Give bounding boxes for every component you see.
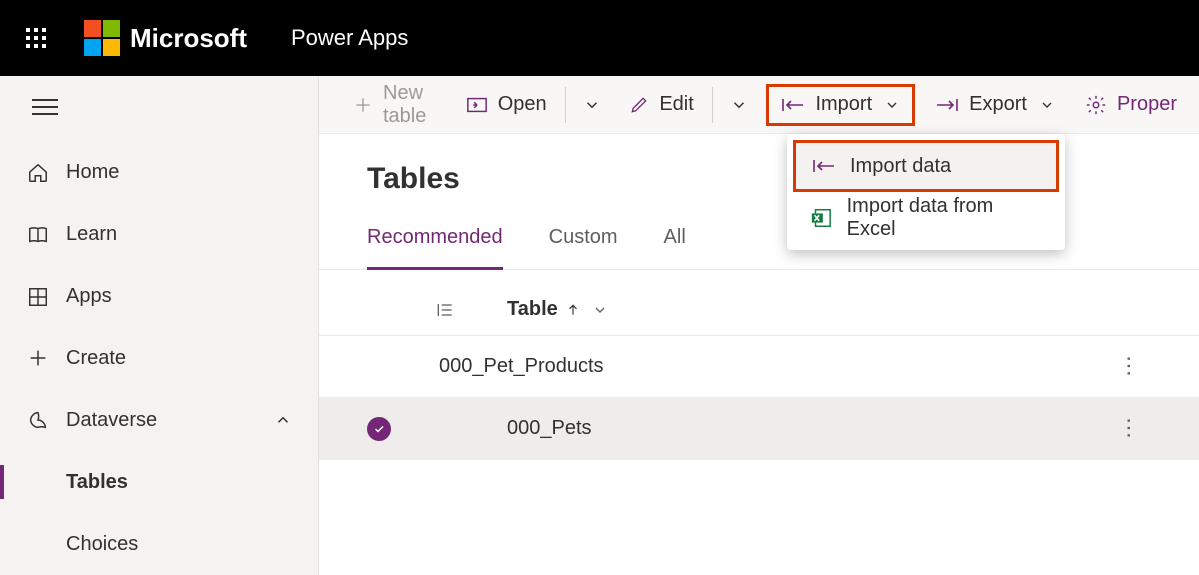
brand-text: Microsoft <box>130 23 247 54</box>
tab-bar: Recommended Custom All <box>319 214 1199 270</box>
sidebar-item-label: Dataverse <box>66 409 157 432</box>
page-title: Tables <box>319 162 1199 214</box>
chevron-down-icon <box>884 97 900 113</box>
plus-icon <box>26 346 50 370</box>
content-panel: Import data Import data from Excel Table… <box>319 134 1199 575</box>
sidebar-item-label: Home <box>66 161 119 184</box>
import-icon <box>810 157 838 175</box>
properties-button[interactable]: Proper <box>1075 84 1187 126</box>
export-icon <box>935 96 959 114</box>
table-row[interactable]: 000_Pets ⋯ <box>319 398 1199 460</box>
chevron-down-icon <box>1039 97 1055 113</box>
dataverse-icon <box>26 408 50 432</box>
sidebar-item-label: Choices <box>66 533 138 556</box>
row-more-icon[interactable]: ⋯ <box>1106 407 1152 451</box>
app-header: Microsoft Power Apps <box>0 0 1199 76</box>
waffle-icon[interactable] <box>26 28 46 48</box>
product-name: Power Apps <box>291 25 408 51</box>
button-label: New table <box>383 82 432 128</box>
brand-logo: Microsoft <box>84 20 247 56</box>
table-row[interactable]: 000_Pet_Products ⋯ <box>319 336 1199 398</box>
sidebar-item-label: Create <box>66 347 126 370</box>
button-label: Export <box>969 93 1027 116</box>
new-table-button[interactable]: New table <box>343 84 442 126</box>
button-label: Edit <box>659 93 693 116</box>
grid-icon <box>26 285 50 309</box>
sidebar-item-choices[interactable]: Choices <box>0 513 318 575</box>
button-label: Open <box>498 93 547 116</box>
button-label: Proper <box>1117 93 1177 116</box>
sidebar-item-learn[interactable]: Learn <box>0 204 318 266</box>
sidebar-item-dataverse[interactable]: Dataverse <box>0 389 318 451</box>
row-name: 000_Pet_Products <box>439 355 604 378</box>
excel-icon <box>807 207 835 229</box>
import-button[interactable]: Import <box>766 84 915 126</box>
import-excel-option[interactable]: Import data from Excel <box>793 192 1059 244</box>
plus-icon <box>353 95 373 115</box>
sidebar-item-home[interactable]: Home <box>0 142 318 204</box>
sort-arrow-up-icon <box>566 303 580 317</box>
import-dropdown: Import data Import data from Excel <box>787 134 1065 250</box>
row-selected-icon[interactable] <box>367 417 391 441</box>
option-label: Import data from Excel <box>847 195 1045 241</box>
sidebar-item-label: Tables <box>66 471 128 494</box>
microsoft-logo-icon <box>84 20 120 56</box>
tab-recommended[interactable]: Recommended <box>367 214 503 270</box>
import-icon <box>781 96 805 114</box>
tab-all[interactable]: All <box>664 214 686 269</box>
open-icon <box>466 96 488 114</box>
column-header: Table <box>319 270 1199 336</box>
open-button[interactable]: Open <box>456 84 557 126</box>
edit-icon <box>629 95 649 115</box>
column-chevron[interactable] <box>592 302 608 318</box>
sidebar-item-apps[interactable]: Apps <box>0 266 318 328</box>
sidebar-item-create[interactable]: Create <box>0 328 318 390</box>
hamburger-button[interactable] <box>0 82 318 132</box>
home-icon <box>26 161 50 185</box>
column-name[interactable]: Table <box>507 298 558 321</box>
book-icon <box>26 223 50 247</box>
sidebar-item-label: Learn <box>66 223 117 246</box>
toolbar: New table Open Edit <box>319 76 1199 134</box>
button-label: Import <box>815 93 872 116</box>
option-label: Import data <box>850 155 951 178</box>
edit-chevron[interactable] <box>720 84 758 126</box>
row-more-icon[interactable]: ⋯ <box>1106 345 1152 389</box>
main-area: New table Open Edit <box>319 76 1199 575</box>
tab-custom[interactable]: Custom <box>549 214 618 269</box>
chevron-up-icon <box>274 411 292 429</box>
list-icon <box>435 300 459 320</box>
row-name: 000_Pets <box>507 417 592 440</box>
sidebar: Home Learn Apps Create Dataverse <box>0 76 319 575</box>
import-data-option[interactable]: Import data <box>793 140 1059 192</box>
export-button[interactable]: Export <box>925 84 1065 126</box>
open-chevron[interactable] <box>573 84 611 126</box>
edit-button[interactable]: Edit <box>619 84 703 126</box>
gear-icon <box>1085 94 1107 116</box>
sidebar-item-tables[interactable]: Tables <box>0 451 318 513</box>
sidebar-item-label: Apps <box>66 285 112 308</box>
